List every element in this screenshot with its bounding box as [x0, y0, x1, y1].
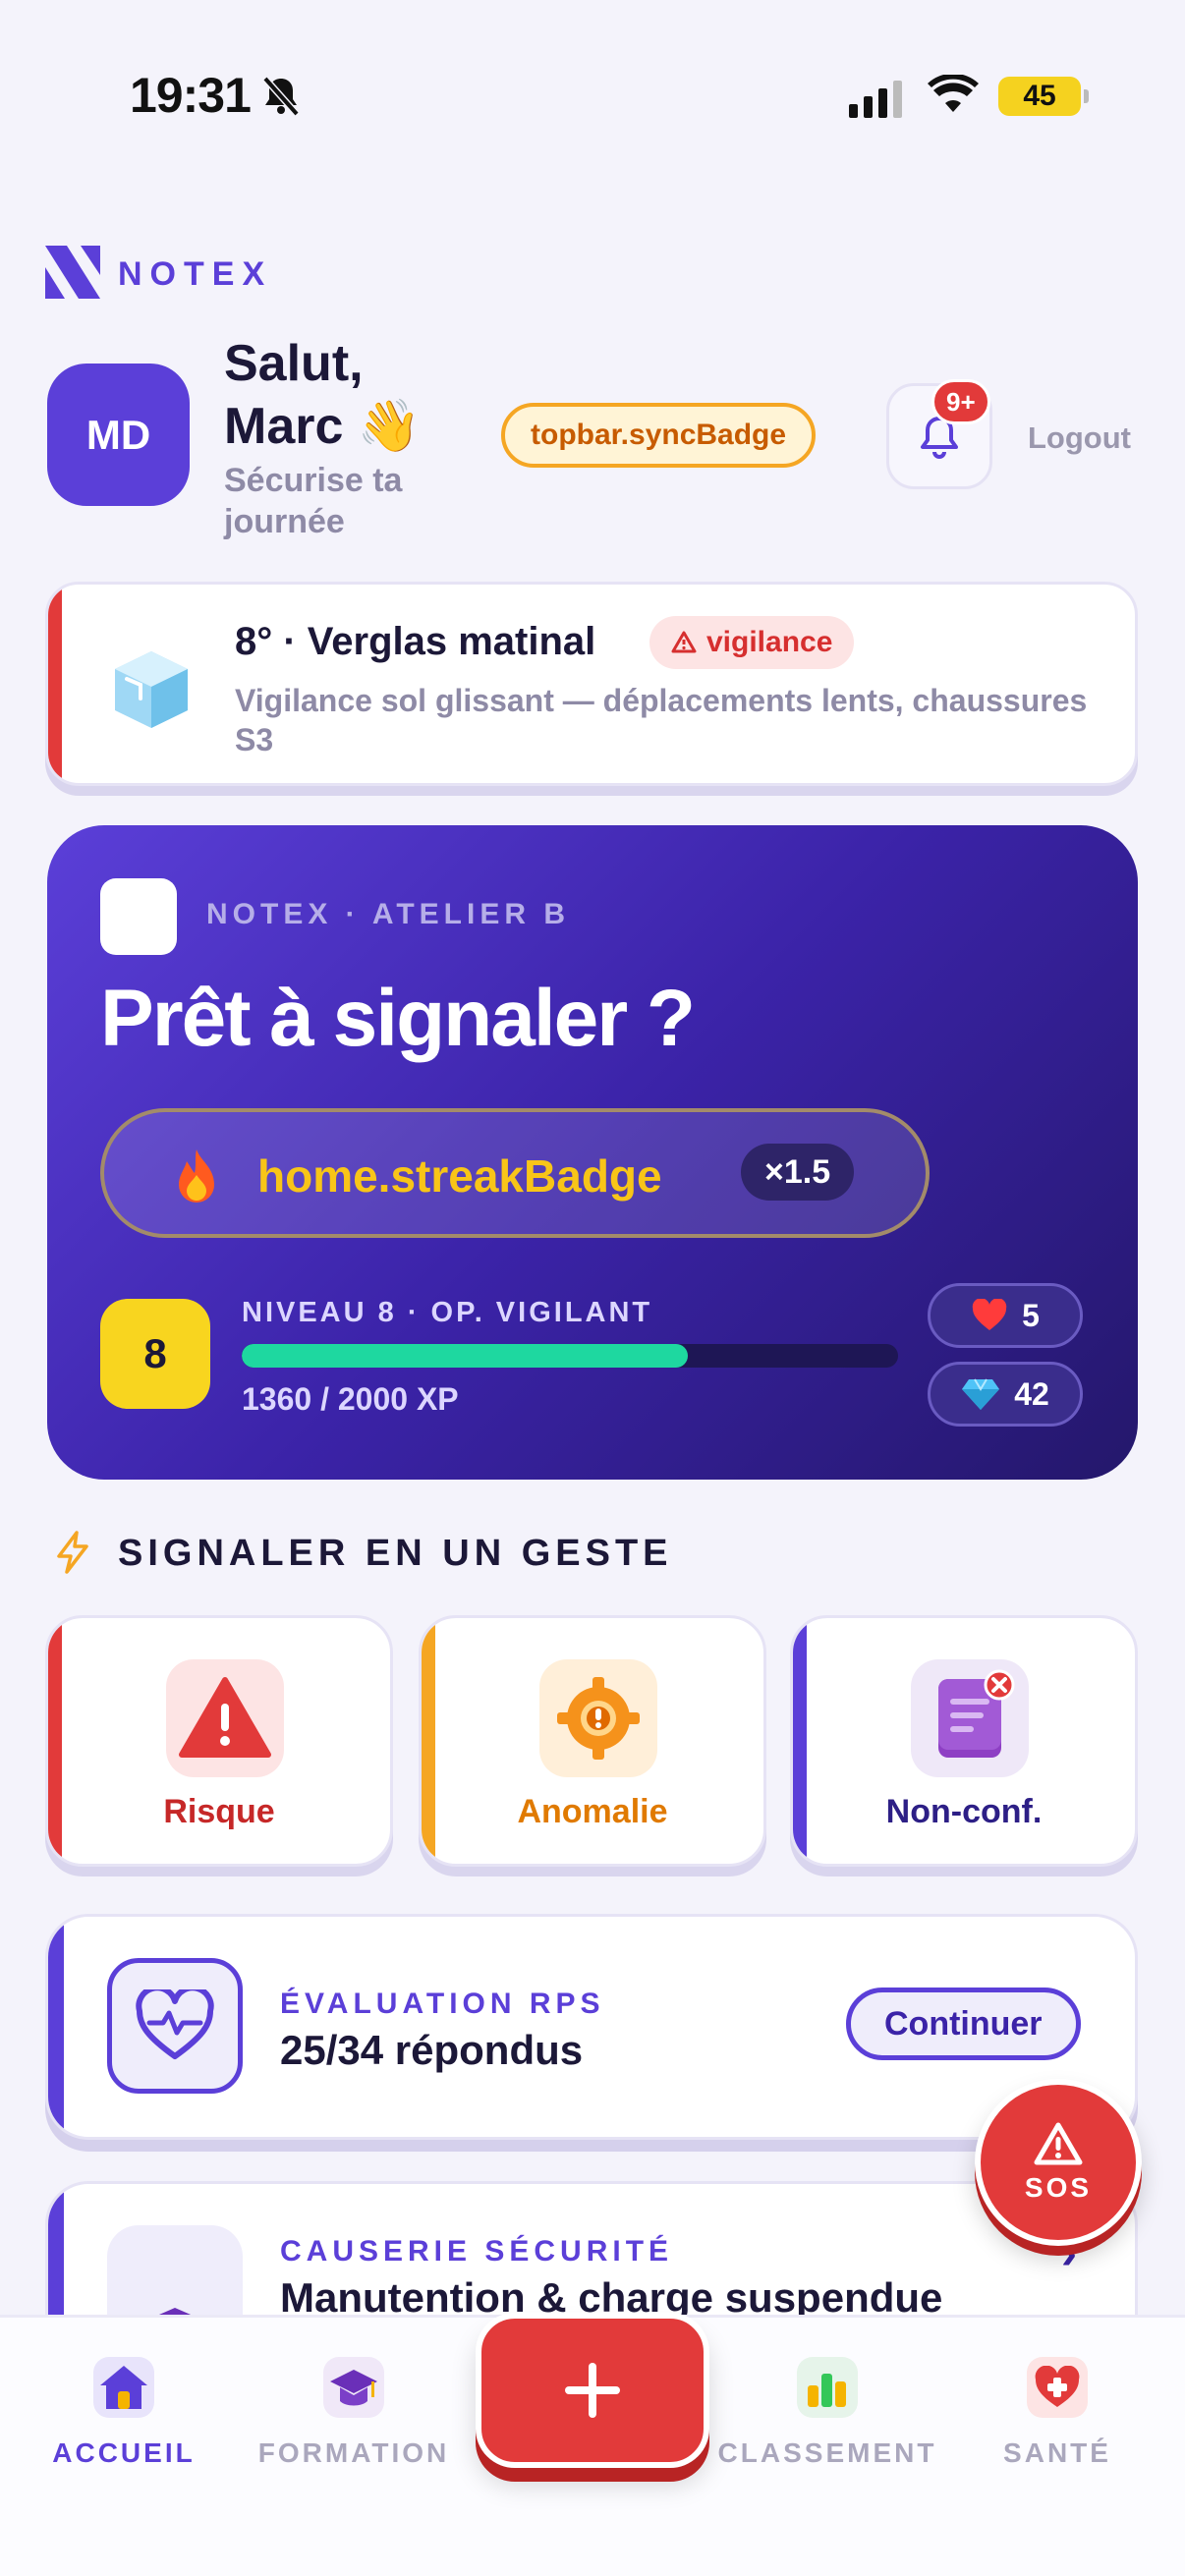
gems-counter[interactable]: 42: [928, 1362, 1083, 1427]
quick-report-title: SIGNALER EN UN GESTE: [118, 1533, 673, 1574]
notification-count-badge: 9+: [931, 379, 990, 424]
weather-title: 8° · Verglas matinal: [235, 620, 596, 663]
gems-value: 42: [1014, 1375, 1049, 1412]
nav-item-health[interactable]: SANTÉ: [959, 2357, 1156, 2469]
streak-label: home.streakBadge: [257, 1150, 662, 1202]
heart-icon: [972, 1299, 1007, 1330]
greeting-subtitle: Sécurise ta journée: [224, 460, 402, 542]
nav-item-ranking[interactable]: CLASSEMENT: [718, 2357, 933, 2469]
report-anomaly-label: Anomalie: [517, 1793, 668, 1830]
greeting-line-1: Salut,: [224, 335, 364, 392]
lightning-icon: [53, 1531, 92, 1579]
report-risk-label: Risque: [163, 1793, 275, 1830]
diamond-icon: [962, 1378, 1000, 1410]
report-nonconformity-label: Non-conf.: [885, 1793, 1043, 1830]
streak-multiplier: ×1.5: [741, 1144, 855, 1201]
xp-text: 1360 / 2000 XP: [242, 1381, 459, 1417]
graduation-cap-icon: [323, 2357, 384, 2418]
talk-kicker: CAUSERIE SÉCURITÉ: [280, 2235, 674, 2268]
brand-name: NOTEX: [118, 255, 273, 293]
health-cross-icon: [1027, 2357, 1088, 2418]
avatar[interactable]: MD: [47, 364, 190, 506]
bar-chart-icon: [797, 2357, 858, 2418]
logout-link[interactable]: Logout: [1028, 420, 1131, 456]
document-x-icon: [911, 1659, 1029, 1777]
continue-button[interactable]: Continuer: [846, 1988, 1081, 2060]
nav-item-home[interactable]: ACCUEIL: [26, 2357, 222, 2469]
wifi-icon: [928, 73, 979, 119]
weather-description: Vigilance sol glissant — déplacements le…: [235, 683, 1088, 757]
warning-icon: [166, 1659, 284, 1777]
sos-label: SOS: [1024, 2172, 1093, 2203]
xp-progress-bar: [242, 1344, 898, 1368]
warning-icon: [1034, 2122, 1083, 2165]
home-icon: [93, 2357, 154, 2418]
subtitle-line-1: Sécurise ta: [224, 462, 403, 499]
vigilance-badge: vigilance: [649, 616, 855, 669]
nav-item-training[interactable]: FORMATION: [255, 2357, 452, 2469]
nav-label-training: FORMATION: [257, 2437, 450, 2468]
hero-card: NOTEX · ATELIER B Prêt à signaler ? home…: [47, 825, 1138, 1480]
status-time: 19:31: [130, 68, 252, 123]
report-nonconformity-button[interactable]: Non-conf.: [790, 1615, 1138, 1867]
report-anomaly-button[interactable]: Anomalie: [419, 1615, 766, 1867]
ice-cube-icon: [107, 645, 196, 739]
bell-muted-icon: [257, 73, 305, 125]
level-label: NIVEAU 8 · OP. VIGILANT: [242, 1297, 653, 1328]
streak-badge[interactable]: home.streakBadge ×1.5: [100, 1108, 930, 1238]
hearts-counter[interactable]: 5: [928, 1283, 1083, 1348]
gear-alert-icon: [539, 1659, 657, 1777]
hearts-value: 5: [1022, 1297, 1040, 1333]
nav-label-home: ACCUEIL: [52, 2437, 196, 2468]
greeting: Salut, Marc 👋: [224, 332, 422, 458]
weather-alert-card[interactable]: 8° · Verglas matinal vigilance Vigilance…: [45, 582, 1138, 786]
site-logo: [100, 878, 177, 955]
plus-icon: [565, 2363, 620, 2418]
sync-badge[interactable]: topbar.syncBadge: [501, 403, 817, 468]
rps-title: 25/34 répondus: [280, 2027, 584, 2073]
nav-label-health: SANTÉ: [1003, 2437, 1111, 2468]
hero-tag: NOTEX · ATELIER B: [206, 898, 570, 930]
heart-pulse-icon: [107, 1958, 243, 2094]
battery-indicator: 45: [998, 77, 1089, 116]
rps-kicker: ÉVALUATION RPS: [280, 1988, 605, 2020]
subtitle-line-2: journée: [224, 503, 345, 540]
xp-progress-fill: [242, 1344, 689, 1368]
level-badge: 8: [100, 1299, 210, 1409]
warning-icon: [671, 631, 697, 653]
brand-logo-icon: [45, 246, 100, 304]
rps-evaluation-card[interactable]: ÉVALUATION RPS 25/34 répondus Continuer: [45, 1914, 1138, 2140]
greeting-line-2: Marc 👋: [224, 398, 422, 455]
fire-icon: [165, 1146, 228, 1213]
sos-button[interactable]: SOS: [975, 2079, 1142, 2246]
report-risk-button[interactable]: Risque: [45, 1615, 393, 1867]
nav-label-ranking: CLASSEMENT: [717, 2437, 937, 2468]
hero-title: Prêt à signaler ?: [100, 974, 696, 1063]
vigilance-badge-label: vigilance: [706, 626, 833, 658]
new-report-button[interactable]: [476, 2313, 709, 2468]
signal-icon: [849, 81, 902, 118]
